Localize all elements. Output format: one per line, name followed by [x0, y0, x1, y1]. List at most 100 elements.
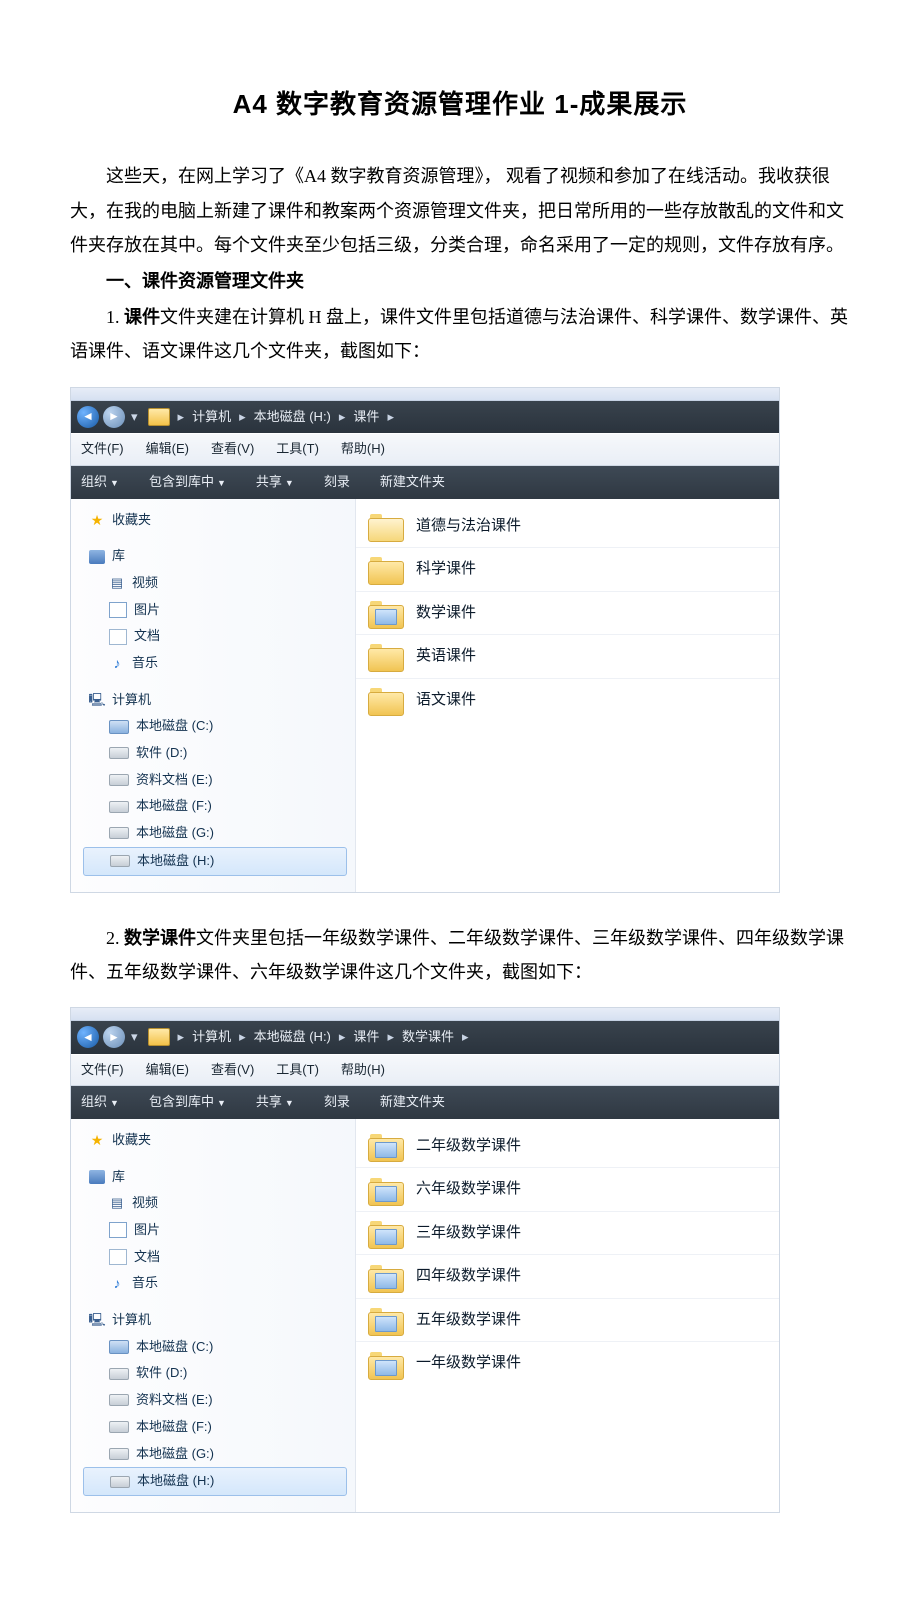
- folder-item[interactable]: 一年级数学课件: [356, 1342, 779, 1385]
- nav-music[interactable]: ♪音乐: [83, 1270, 355, 1297]
- forward-button[interactable]: ►: [103, 1026, 125, 1048]
- forward-button[interactable]: ►: [103, 406, 125, 428]
- nav-music[interactable]: ♪音乐: [83, 650, 355, 677]
- window-titlebar: [71, 388, 779, 401]
- folder-name: 二年级数学课件: [416, 1132, 521, 1161]
- menu-view[interactable]: 查看(V): [211, 1058, 254, 1083]
- menu-edit[interactable]: 编辑(E): [146, 437, 189, 462]
- back-button[interactable]: ◄: [77, 406, 99, 428]
- folder-item[interactable]: 科学课件: [356, 548, 779, 592]
- share-button[interactable]: 共享▼: [256, 1090, 294, 1115]
- menu-file[interactable]: 文件(F): [81, 437, 124, 462]
- nav-documents[interactable]: 文档: [83, 1244, 355, 1271]
- item-1-bold: 课件: [124, 307, 160, 327]
- chevron-down-icon: ▼: [217, 478, 226, 488]
- section-1-heading: 一、课件资源管理文件夹: [70, 264, 850, 298]
- crumb-folder-2[interactable]: 数学课件: [402, 1025, 454, 1050]
- folder-item[interactable]: 二年级数学课件: [356, 1125, 779, 1169]
- crumb-drive[interactable]: 本地磁盘 (H:): [254, 1025, 331, 1050]
- item-1-rest: 文件夹建在计算机 H 盘上，课件文件里包括道德与法治课件、科学课件、数学课件、英…: [70, 307, 848, 361]
- include-in-library-button[interactable]: 包含到库中▼: [149, 1090, 226, 1115]
- nav-videos[interactable]: ▤视频: [83, 570, 355, 597]
- history-dropdown-icon[interactable]: ▾: [131, 405, 138, 430]
- nav-computer[interactable]: 🖳计算机: [83, 687, 355, 714]
- nav-drive-h[interactable]: 本地磁盘 (H:): [83, 847, 347, 876]
- burn-button[interactable]: 刻录: [324, 1090, 350, 1115]
- organize-button[interactable]: 组织▼: [81, 1090, 119, 1115]
- menu-file[interactable]: 文件(F): [81, 1058, 124, 1083]
- drive-icon: [109, 1394, 129, 1406]
- nav-pictures[interactable]: 图片: [83, 597, 355, 624]
- crumb-drive[interactable]: 本地磁盘 (H:): [254, 405, 331, 430]
- breadcrumb: ▸ 计算机 ▸ 本地磁盘 (H:) ▸ 课件 ▸: [148, 405, 400, 430]
- nav-drive-c[interactable]: 本地磁盘 (C:): [83, 1334, 355, 1361]
- nav-drive-c[interactable]: 本地磁盘 (C:): [83, 713, 355, 740]
- nav-drive-f[interactable]: 本地磁盘 (F:): [83, 793, 355, 820]
- drive-icon: [109, 1340, 129, 1354]
- crumb-folder[interactable]: 课件: [353, 405, 379, 430]
- folder-icon: [368, 686, 402, 714]
- menu-view[interactable]: 查看(V): [211, 437, 254, 462]
- computer-icon: 🖳: [89, 693, 105, 707]
- folder-icon: [368, 1350, 402, 1378]
- nav-libraries[interactable]: 库: [83, 1164, 355, 1191]
- folder-item[interactable]: 道德与法治课件: [356, 505, 779, 549]
- nav-favorites[interactable]: ★收藏夹: [83, 1127, 355, 1154]
- chevron-down-icon: ▼: [285, 478, 294, 488]
- menu-bar: 文件(F) 编辑(E) 查看(V) 工具(T) 帮助(H): [71, 1054, 779, 1087]
- menu-help[interactable]: 帮助(H): [341, 437, 385, 462]
- crumb-computer[interactable]: 计算机: [192, 1025, 231, 1050]
- nav-favorites[interactable]: ★收藏夹: [83, 507, 355, 534]
- folder-icon: [368, 1132, 402, 1160]
- nav-drive-d[interactable]: 软件 (D:): [83, 1360, 355, 1387]
- nav-drive-h[interactable]: 本地磁盘 (H:): [83, 1467, 347, 1496]
- folder-name: 一年级数学课件: [416, 1349, 521, 1378]
- crumb-computer[interactable]: 计算机: [192, 405, 231, 430]
- history-dropdown-icon[interactable]: ▾: [131, 1025, 138, 1050]
- address-bar: ◄ ► ▾ ▸ 计算机 ▸ 本地磁盘 (H:) ▸ 课件 ▸ 数学课件 ▸: [71, 1021, 779, 1054]
- nav-computer[interactable]: 🖳计算机: [83, 1307, 355, 1334]
- nav-drive-g[interactable]: 本地磁盘 (G:): [83, 1441, 355, 1468]
- nav-drive-e[interactable]: 资料文档 (E:): [83, 767, 355, 794]
- nav-pictures[interactable]: 图片: [83, 1217, 355, 1244]
- intro-paragraph: 这些天，在网上学习了《A4 数字教育资源管理》， 观看了视频和参加了在线活动。我…: [70, 159, 850, 262]
- menu-help[interactable]: 帮助(H): [341, 1058, 385, 1083]
- new-folder-button[interactable]: 新建文件夹: [380, 470, 445, 495]
- chevron-right-icon: ▸: [178, 405, 185, 430]
- folder-icon: [368, 1219, 402, 1247]
- folder-item[interactable]: 三年级数学课件: [356, 1212, 779, 1256]
- chevron-right-icon: ▸: [239, 1025, 246, 1050]
- new-folder-button[interactable]: 新建文件夹: [380, 1090, 445, 1115]
- crumb-folder-1[interactable]: 课件: [353, 1025, 379, 1050]
- chevron-right-icon: ▸: [239, 405, 246, 430]
- folder-item[interactable]: 英语课件: [356, 635, 779, 679]
- navigation-pane: ★收藏夹 库 ▤视频 图片 文档 ♪音乐 🖳计算机 本地磁盘 (C:) 软件 (…: [71, 499, 356, 892]
- folder-item[interactable]: 四年级数学课件: [356, 1255, 779, 1299]
- folder-item[interactable]: 六年级数学课件: [356, 1168, 779, 1212]
- menu-tools[interactable]: 工具(T): [276, 437, 319, 462]
- star-icon: ★: [89, 1133, 105, 1147]
- organize-button[interactable]: 组织▼: [81, 470, 119, 495]
- nav-videos[interactable]: ▤视频: [83, 1190, 355, 1217]
- menu-tools[interactable]: 工具(T): [276, 1058, 319, 1083]
- folder-item[interactable]: 语文课件: [356, 679, 779, 722]
- nav-drive-g[interactable]: 本地磁盘 (G:): [83, 820, 355, 847]
- include-in-library-button[interactable]: 包含到库中▼: [149, 470, 226, 495]
- nav-drive-f[interactable]: 本地磁盘 (F:): [83, 1414, 355, 1441]
- folder-name: 科学课件: [416, 555, 476, 584]
- folder-name: 英语课件: [416, 642, 476, 671]
- explorer-body: ★收藏夹 库 ▤视频 图片 文档 ♪音乐 🖳计算机 本地磁盘 (C:) 软件 (…: [71, 499, 779, 892]
- nav-libraries[interactable]: 库: [83, 543, 355, 570]
- folder-item[interactable]: 数学课件: [356, 592, 779, 636]
- folder-item[interactable]: 五年级数学课件: [356, 1299, 779, 1343]
- back-button[interactable]: ◄: [77, 1026, 99, 1048]
- item-2-bold: 数学课件: [124, 928, 196, 948]
- chevron-right-icon: ▸: [339, 405, 346, 430]
- menu-edit[interactable]: 编辑(E): [146, 1058, 189, 1083]
- burn-button[interactable]: 刻录: [324, 470, 350, 495]
- share-button[interactable]: 共享▼: [256, 470, 294, 495]
- navigation-pane: ★收藏夹 库 ▤视频 图片 文档 ♪音乐 🖳计算机 本地磁盘 (C:) 软件 (…: [71, 1119, 356, 1512]
- nav-drive-d[interactable]: 软件 (D:): [83, 740, 355, 767]
- nav-documents[interactable]: 文档: [83, 623, 355, 650]
- nav-drive-e[interactable]: 资料文档 (E:): [83, 1387, 355, 1414]
